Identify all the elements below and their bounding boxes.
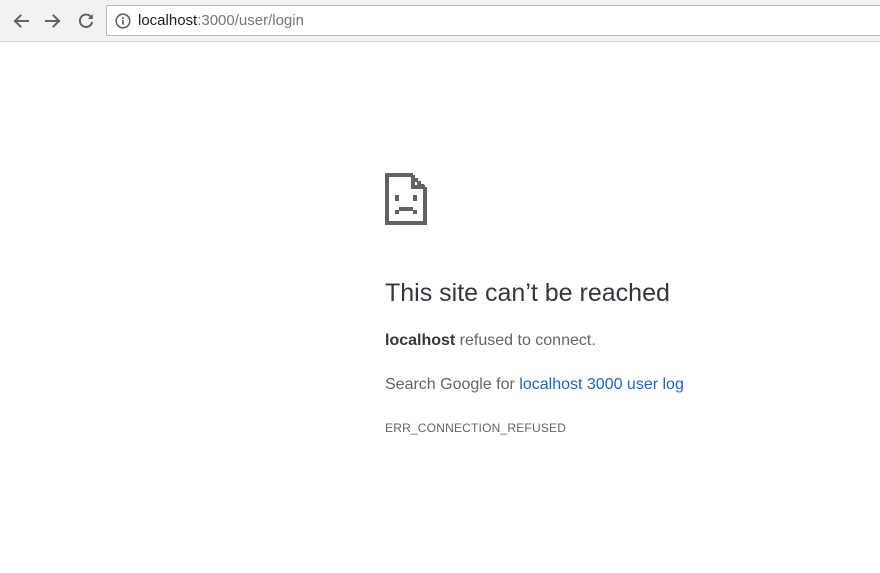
browser-toolbar: localhost:3000/user/login [0,0,880,42]
search-google-link[interactable]: localhost 3000 user log [519,376,684,393]
url-host: localhost [138,12,198,29]
search-suggestion: Search Google for localhost 3000 user lo… [385,374,684,396]
url-text[interactable]: localhost:3000/user/login [138,12,304,30]
reload-icon [78,13,94,28]
address-bar[interactable]: localhost:3000/user/login [106,5,880,36]
back-button[interactable] [8,8,34,34]
sad-page-icon [385,173,427,225]
arrow-left-icon [13,14,29,28]
reload-button[interactable] [73,8,99,34]
error-headline: This site can’t be reached [385,279,670,307]
refused-text: refused to connect. [455,332,596,349]
arrow-right-icon [45,14,61,28]
search-prefix: Search Google for [385,376,520,393]
error-detail: localhost refused to connect. [385,330,596,352]
info-icon[interactable] [115,13,131,29]
url-path: :3000/user/login [197,12,304,29]
error-host: localhost [385,332,456,349]
error-code: ERR_CONNECTION_REFUSED [385,421,567,435]
forward-button[interactable] [40,8,66,34]
